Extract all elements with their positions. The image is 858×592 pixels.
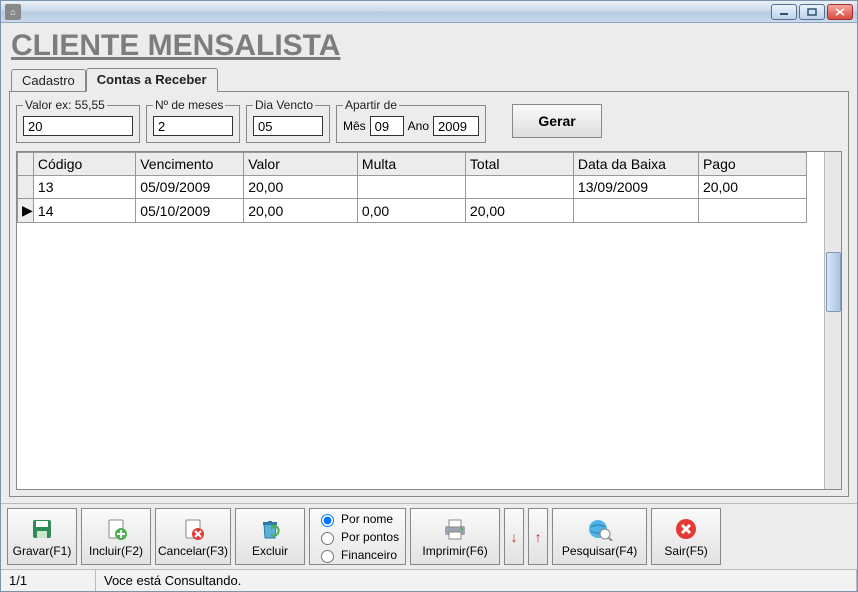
arrow-down-button[interactable]: ↓ xyxy=(504,508,524,565)
statusbar: 1/1 Voce está Consultando. xyxy=(1,569,857,591)
minimize-icon xyxy=(779,8,789,16)
col-vencimento[interactable]: Vencimento xyxy=(136,153,244,176)
cancel-document-icon xyxy=(180,516,206,542)
search-globe-icon xyxy=(587,516,613,542)
fieldset-apartir: Apartir de Mês Ano xyxy=(336,98,486,143)
cell-vencimento[interactable]: 05/09/2009 xyxy=(136,176,244,199)
add-document-icon xyxy=(103,516,129,542)
incluir-button[interactable]: Incluir(F2) xyxy=(81,508,151,565)
cancelar-label: Cancelar(F3) xyxy=(158,544,228,558)
col-valor[interactable]: Valor xyxy=(244,153,358,176)
arrow-down-icon: ↓ xyxy=(511,529,518,545)
grid-header-row: Código Vencimento Valor Multa Total Data… xyxy=(18,153,807,176)
trash-icon xyxy=(257,516,283,542)
label-apartir: Apartir de xyxy=(343,98,399,112)
cell-pago[interactable] xyxy=(698,199,806,223)
fieldset-valor: Valor ex: 55,55 xyxy=(16,98,140,143)
app-icon: ⌂ xyxy=(5,4,21,20)
app-window: ⌂ CLIENTE MENSALISTA Cadastro Contas a R… xyxy=(0,0,858,592)
input-dia[interactable] xyxy=(253,116,323,136)
sair-button[interactable]: Sair(F5) xyxy=(651,508,721,565)
exit-icon xyxy=(673,516,699,542)
page-title: CLIENTE MENSALISTA xyxy=(1,23,857,67)
titlebar: ⌂ xyxy=(1,1,857,23)
col-data-baixa[interactable]: Data da Baixa xyxy=(573,153,698,176)
pesquisar-button[interactable]: Pesquisar(F4) xyxy=(552,508,647,565)
col-total[interactable]: Total xyxy=(465,153,573,176)
status-position: 1/1 xyxy=(1,570,96,591)
grid-scrollbar[interactable] xyxy=(824,152,841,489)
scrollbar-thumb[interactable] xyxy=(826,252,841,312)
maximize-button[interactable] xyxy=(799,4,825,20)
bottom-toolbar: Gravar(F1) Incluir(F2) Cancelar(F3) Excl… xyxy=(1,503,857,569)
table-row[interactable]: ▶1405/10/200920,000,0020,00 xyxy=(18,199,807,223)
excluir-label: Excluir xyxy=(252,544,288,558)
label-mes: Mês xyxy=(343,119,366,133)
grid-contas[interactable]: Código Vencimento Valor Multa Total Data… xyxy=(17,152,807,223)
incluir-label: Incluir(F2) xyxy=(89,544,143,558)
close-button[interactable] xyxy=(827,4,853,20)
gerar-button[interactable]: Gerar xyxy=(512,104,602,138)
input-valor[interactable] xyxy=(23,116,133,136)
row-indicator: ▶ xyxy=(18,199,34,223)
save-icon xyxy=(29,516,55,542)
cell-total[interactable]: 20,00 xyxy=(465,199,573,223)
radio-por-nome[interactable]: Por nome xyxy=(316,511,399,527)
cell-data-baixa[interactable]: 13/09/2009 xyxy=(573,176,698,199)
input-ano[interactable] xyxy=(433,116,479,136)
table-row[interactable]: 1305/09/200920,0013/09/200920,00 xyxy=(18,176,807,199)
label-dia: Dia Vencto xyxy=(253,98,315,112)
cancelar-button[interactable]: Cancelar(F3) xyxy=(155,508,231,565)
arrow-up-button[interactable]: ↑ xyxy=(528,508,548,565)
imprimir-label: Imprimir(F6) xyxy=(422,544,487,558)
label-ano: Ano xyxy=(408,119,429,133)
cell-valor[interactable]: 20,00 xyxy=(244,199,358,223)
input-mes[interactable] xyxy=(370,116,404,136)
status-message: Voce está Consultando. xyxy=(96,570,857,591)
fieldset-dia: Dia Vencto xyxy=(246,98,330,143)
radio-por-pontos[interactable]: Por pontos xyxy=(316,529,399,545)
tab-panel-contas: Valor ex: 55,55 Nº de meses Dia Vencto A… xyxy=(9,91,849,497)
gravar-label: Gravar(F1) xyxy=(13,544,72,558)
grid-container: Código Vencimento Valor Multa Total Data… xyxy=(16,151,842,490)
arrow-up-icon: ↑ xyxy=(535,529,542,545)
sair-label: Sair(F5) xyxy=(664,544,707,558)
tab-contas-a-receber[interactable]: Contas a Receber xyxy=(86,68,218,92)
col-pago[interactable]: Pago xyxy=(698,153,806,176)
label-valor: Valor ex: 55,55 xyxy=(23,98,107,112)
tab-strip: Cadastro Contas a Receber xyxy=(1,67,857,91)
cell-vencimento[interactable]: 05/10/2009 xyxy=(136,199,244,223)
col-codigo[interactable]: Código xyxy=(33,153,135,176)
cell-multa[interactable]: 0,00 xyxy=(357,199,465,223)
grid-header-selector xyxy=(18,153,34,176)
cell-codigo[interactable]: 14 xyxy=(33,199,135,223)
cell-codigo[interactable]: 13 xyxy=(33,176,135,199)
input-meses[interactable] xyxy=(153,116,233,136)
filter-row: Valor ex: 55,55 Nº de meses Dia Vencto A… xyxy=(16,98,842,143)
close-icon xyxy=(835,8,845,16)
print-filter-radios: Por nome Por pontos Financeiro xyxy=(309,508,406,565)
printer-icon xyxy=(442,516,468,542)
pesquisar-label: Pesquisar(F4) xyxy=(562,544,637,558)
maximize-icon xyxy=(807,8,817,16)
tab-cadastro[interactable]: Cadastro xyxy=(11,69,86,92)
minimize-button[interactable] xyxy=(771,4,797,20)
cell-pago[interactable]: 20,00 xyxy=(698,176,806,199)
cell-data-baixa[interactable] xyxy=(573,199,698,223)
row-indicator xyxy=(18,176,34,199)
radio-financeiro[interactable]: Financeiro xyxy=(316,547,399,563)
cell-valor[interactable]: 20,00 xyxy=(244,176,358,199)
fieldset-meses: Nº de meses xyxy=(146,98,240,143)
imprimir-button[interactable]: Imprimir(F6) xyxy=(410,508,500,565)
cell-multa[interactable] xyxy=(357,176,465,199)
cell-total[interactable] xyxy=(465,176,573,199)
gravar-button[interactable]: Gravar(F1) xyxy=(7,508,77,565)
col-multa[interactable]: Multa xyxy=(357,153,465,176)
excluir-button[interactable]: Excluir xyxy=(235,508,305,565)
label-meses: Nº de meses xyxy=(153,98,225,112)
